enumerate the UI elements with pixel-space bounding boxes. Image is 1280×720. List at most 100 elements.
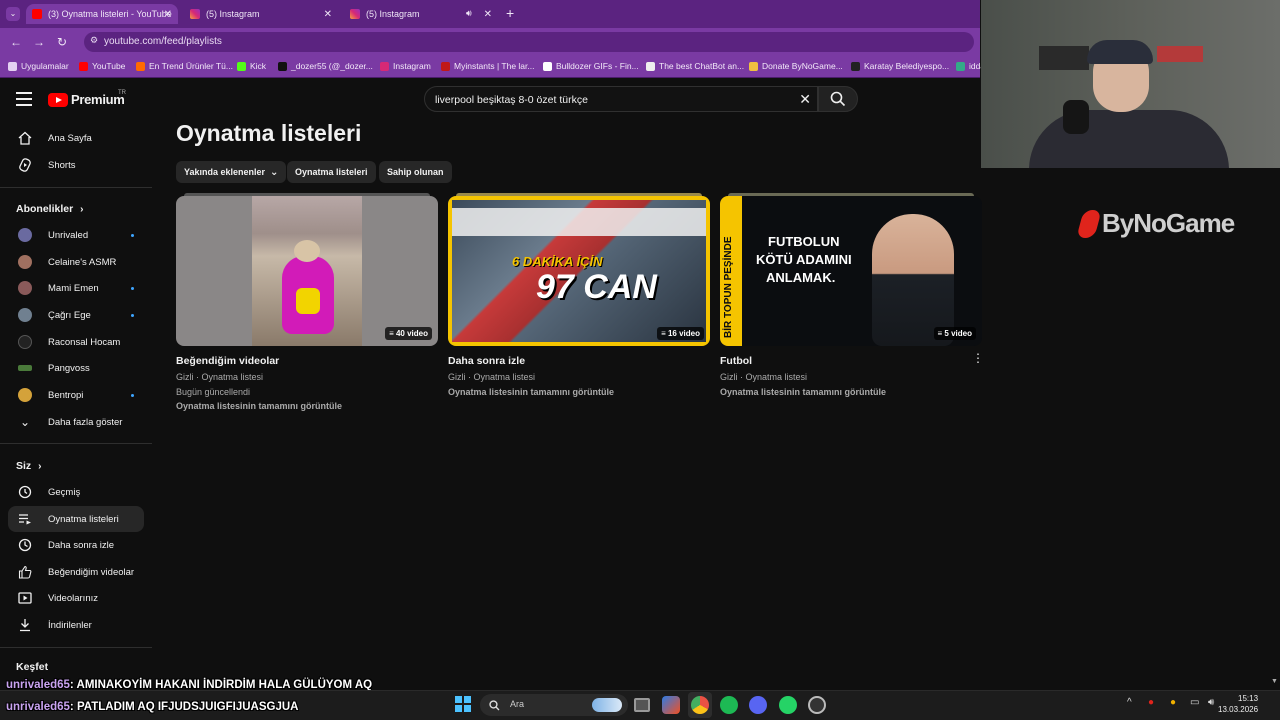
url-field[interactable]: ⚙︎ youtube.com/feed/playlists bbox=[84, 32, 974, 52]
instagram-icon bbox=[380, 61, 389, 71]
whatsapp-icon[interactable] bbox=[779, 696, 797, 714]
menu-icon[interactable] bbox=[16, 92, 32, 106]
close-tab-icon[interactable]: ✕ bbox=[484, 9, 492, 20]
close-tab-icon[interactable]: ✕ bbox=[324, 9, 332, 20]
sidebar-item-subscription[interactable]: Unrivaled bbox=[8, 222, 144, 248]
thumb-text-line-2: KÖTÜ ADAMINI bbox=[756, 252, 852, 267]
bookmark-apps[interactable]: Uygulamalar bbox=[8, 61, 69, 71]
sidebar-item-subscription[interactable]: Celaine's ASMR bbox=[8, 249, 144, 275]
browser-tab-youtube[interactable]: (3) Oynatma listeleri - YouTube ✕ bbox=[26, 4, 178, 24]
speaker-icon[interactable]: 🔊︎ bbox=[466, 8, 472, 19]
close-tab-icon[interactable]: ✕ bbox=[164, 9, 172, 20]
site-info-icon[interactable]: ⚙︎ bbox=[90, 35, 98, 46]
browser-tab-bar: ⌄ (3) Oynatma listeleri - YouTube ✕ (5) … bbox=[0, 0, 980, 28]
sort-dropdown[interactable]: Yakında eklenenler ⌄ bbox=[176, 161, 287, 183]
sidebar-item-subscription[interactable]: Pangvoss bbox=[8, 355, 144, 381]
bookmark-chatbot[interactable]: The best ChatBot an... bbox=[646, 61, 744, 71]
bookmark-trend[interactable]: En Trend Ürünler Tü... bbox=[136, 61, 233, 71]
search-query: liverpool beşiktaş 8-0 özet türkçe bbox=[435, 94, 588, 106]
you-heading[interactable]: Siz › bbox=[16, 460, 41, 472]
thumb-vertical-text: BİR TOPUN PEŞİNDE bbox=[723, 236, 734, 339]
sidebar-item-liked-videos[interactable]: Beğendiğim videolar bbox=[8, 559, 144, 585]
avatar bbox=[18, 388, 32, 402]
playlist-title[interactable]: Futbol bbox=[720, 355, 752, 367]
playlist-updated: Bugün güncellendi bbox=[176, 387, 251, 397]
obs-icon[interactable] bbox=[808, 696, 826, 714]
playlist-title[interactable]: Beğendiğim videolar bbox=[176, 355, 279, 367]
bookmark-karatay[interactable]: Karatay Belediyespo... bbox=[851, 61, 949, 71]
bookmark-bulldozer[interactable]: Bulldozer GIFs - Fin... bbox=[543, 61, 639, 71]
windows-start-icon[interactable] bbox=[455, 696, 471, 712]
sidebar-item-subscription[interactable]: Bentropi bbox=[8, 382, 144, 408]
search-button[interactable] bbox=[818, 86, 858, 112]
tiktok-icon bbox=[278, 61, 287, 71]
page-title: Oynatma listeleri bbox=[176, 120, 362, 146]
microphone-icon[interactable]: ● bbox=[1170, 697, 1176, 708]
reload-icon[interactable]: ↻ bbox=[57, 35, 67, 49]
scrollbar-down-arrow[interactable]: ▼ bbox=[1271, 678, 1278, 685]
playlist-meta: Gizli · Oynatma listesi bbox=[176, 372, 264, 382]
view-full-playlist-link[interactable]: Oynatma listesinin tamamını görüntüle bbox=[720, 387, 886, 397]
subscriptions-heading[interactable]: Abonelikler › bbox=[16, 203, 83, 215]
apps-grid-icon bbox=[8, 61, 17, 71]
spotify-icon[interactable] bbox=[720, 696, 738, 714]
sidebar-item-history[interactable]: Geçmiş bbox=[8, 479, 144, 505]
playlist-meta: Gizli · Oynatma listesi bbox=[720, 372, 808, 382]
youtube-premium-logo[interactable]: Premium bbox=[48, 92, 125, 107]
bookmark-instagram[interactable]: Instagram bbox=[380, 61, 431, 71]
sidebar-item-playlists[interactable]: Oynatma listeleri bbox=[8, 506, 144, 532]
bookmark-youtube[interactable]: YouTube bbox=[79, 61, 125, 71]
view-full-playlist-link[interactable]: Oynatma listesinin tamamını görüntüle bbox=[448, 387, 614, 397]
chevron-up-icon[interactable]: ^ bbox=[1127, 697, 1132, 708]
store-icon[interactable] bbox=[662, 696, 680, 714]
search-input[interactable]: liverpool beşiktaş 8-0 özet türkçe ✕ bbox=[424, 86, 818, 112]
more-actions-icon[interactable]: ⋮ bbox=[972, 352, 984, 364]
sidebar-item-watch-later[interactable]: Daha sonra izle bbox=[8, 532, 144, 558]
browser-tab-instagram-2[interactable]: (5) Instagram 🔊︎ ✕ bbox=[344, 4, 498, 24]
thumbnail-image bbox=[252, 196, 362, 346]
playlist-thumbnail[interactable]: BİR TOPUN PEŞİNDE FUTBOLUN KÖTÜ ADAMINI … bbox=[720, 196, 982, 346]
clear-search-icon[interactable]: ✕ bbox=[799, 91, 811, 108]
bookmark-myinstants[interactable]: Myinstants | The lar... bbox=[441, 61, 534, 71]
playlist-title[interactable]: Daha sonra izle bbox=[448, 355, 525, 367]
chevron-down-icon: ⌄ bbox=[270, 166, 279, 178]
discord-icon[interactable] bbox=[749, 696, 767, 714]
chevron-right-icon: › bbox=[38, 461, 42, 472]
show-more-button[interactable]: ⌄ Daha fazla göster bbox=[8, 409, 144, 435]
sidebar-item-downloads[interactable]: İndirilenler bbox=[8, 612, 144, 638]
view-full-playlist-link[interactable]: Oynatma listesinin tamamını görüntüle bbox=[176, 401, 342, 411]
sidebar-item-your-videos[interactable]: Videolarınız bbox=[8, 585, 144, 611]
task-view-icon[interactable] bbox=[634, 698, 650, 712]
filter-chip-owned[interactable]: Sahip olunan bbox=[379, 161, 452, 183]
bookmark-kick[interactable]: Kick bbox=[237, 61, 266, 71]
bookmark-tiktok[interactable]: _dozer55 (@_dozer... bbox=[278, 61, 373, 71]
tray-app-icon[interactable]: ● bbox=[1148, 697, 1154, 708]
sidebar-item-home[interactable]: Ana Sayfa bbox=[8, 125, 144, 151]
volume-icon[interactable]: 🔊︎ bbox=[1208, 697, 1214, 708]
address-bar-row: ← → ↻ ⚙︎ youtube.com/feed/playlists bbox=[0, 28, 980, 56]
sidebar-divider bbox=[0, 443, 152, 444]
network-icon[interactable]: ▭ bbox=[1190, 697, 1199, 708]
tab-search-dropdown-icon[interactable]: ⌄ bbox=[6, 7, 20, 21]
back-icon[interactable]: ← bbox=[10, 35, 22, 49]
sidebar-divider bbox=[0, 187, 152, 188]
sidebar-item-subscription[interactable]: Çağrı Ege bbox=[8, 302, 144, 328]
myinstants-icon bbox=[441, 61, 450, 71]
sidebar-item-subscription[interactable]: Raconsal Hocam bbox=[8, 329, 144, 355]
avatar bbox=[18, 255, 32, 269]
taskbar-search[interactable]: Ara bbox=[480, 694, 628, 716]
bookmark-donate[interactable]: Donate ByNoGame... bbox=[749, 61, 843, 71]
playlist-thumbnail[interactable]: 6 DAKİKA İÇİN 97 CAN ≡ 16 video bbox=[448, 196, 710, 346]
sidebar-item-shorts[interactable]: Shorts bbox=[8, 152, 144, 178]
filter-chip-playlists[interactable]: Oynatma listeleri bbox=[287, 161, 376, 183]
chevron-right-icon: › bbox=[80, 204, 84, 215]
clock-icon bbox=[18, 538, 32, 552]
sidebar-item-subscription[interactable]: Mami Emen bbox=[8, 275, 144, 301]
new-tab-button[interactable]: + bbox=[506, 5, 514, 21]
trend-icon bbox=[136, 61, 145, 71]
browser-tab-instagram-1[interactable]: (5) Instagram ✕ bbox=[184, 4, 338, 24]
new-content-dot bbox=[131, 313, 134, 317]
forward-icon[interactable]: → bbox=[33, 35, 45, 49]
taskbar-clock[interactable]: 15:13 13.03.2026 bbox=[1218, 693, 1258, 715]
playlist-thumbnail[interactable]: ≡ 40 video bbox=[176, 196, 438, 346]
